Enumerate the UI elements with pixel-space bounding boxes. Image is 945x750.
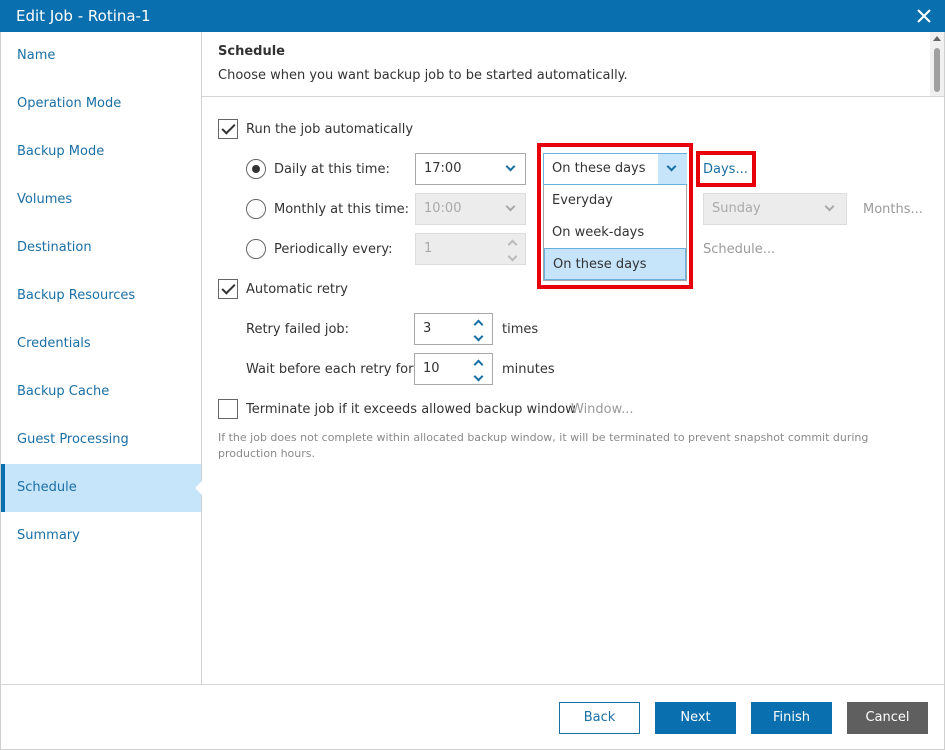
sidebar-item-volumes[interactable]: Volumes	[1, 176, 201, 224]
stepper-up-icon[interactable]	[473, 359, 484, 370]
terminate-job-checkbox[interactable]	[218, 399, 238, 419]
stepper-down-icon[interactable]	[507, 251, 518, 262]
page-title: Schedule	[218, 44, 285, 59]
retry-unit-label: times	[502, 322, 539, 337]
terminate-note: If the job does not complete within allo…	[218, 431, 869, 460]
schedule-link[interactable]: Schedule...	[703, 242, 775, 257]
periodically-radio[interactable]	[246, 239, 266, 259]
monthly-label: Monthly at this time:	[274, 202, 409, 217]
highlight-dropdown-box	[537, 143, 693, 289]
terminate-job-label: Terminate job if it exceeds allowed back…	[246, 402, 576, 417]
sidebar-item-credentials[interactable]: Credentials	[1, 320, 201, 368]
scrollbar-thumb[interactable]	[934, 48, 940, 92]
period-stepper[interactable]: 1	[415, 233, 526, 265]
sidebar-item-schedule[interactable]: Schedule	[1, 464, 202, 512]
daily-label: Daily at this time:	[274, 162, 390, 177]
automatic-retry-checkbox[interactable]	[218, 279, 238, 299]
run-automatically-label: Run the job automatically	[246, 122, 414, 137]
sidebar-item-operation-mode[interactable]: Operation Mode	[1, 80, 201, 128]
highlight-days-link-box	[696, 151, 756, 187]
page-subtitle: Choose when you want backup job to be st…	[218, 68, 628, 83]
finish-button[interactable]: Finish	[751, 702, 832, 734]
wizard-steps-sidebar: Name Operation Mode Backup Mode Volumes …	[1, 32, 202, 684]
monthly-day-select[interactable]: Sunday	[703, 193, 847, 225]
daily-radio[interactable]	[246, 159, 266, 179]
back-button[interactable]: Back	[559, 702, 640, 734]
sidebar-item-backup-cache[interactable]: Backup Cache	[1, 368, 201, 416]
stepper-down-icon[interactable]	[473, 331, 484, 342]
scrollbar[interactable]	[930, 32, 944, 96]
stepper-down-icon[interactable]	[473, 371, 484, 382]
window-link[interactable]: Window...	[571, 402, 633, 417]
sidebar-item-guest-processing[interactable]: Guest Processing	[1, 416, 201, 464]
title-bar: Edit Job - Rotina-1	[0, 0, 945, 32]
chevron-down-icon	[505, 161, 516, 172]
monthly-radio[interactable]	[246, 199, 266, 219]
wait-retry-label: Wait before each retry for:	[246, 362, 418, 377]
monthly-day-value: Sunday	[712, 201, 761, 216]
sidebar-item-summary[interactable]: Summary	[1, 512, 201, 560]
monthly-time-value: 10:00	[424, 201, 462, 216]
automatic-retry-label: Automatic retry	[246, 282, 348, 297]
daily-time-value: 17:00	[424, 161, 462, 176]
next-button[interactable]: Next	[655, 702, 736, 734]
sidebar-item-destination[interactable]: Destination	[1, 224, 201, 272]
wait-minutes-value: 10	[423, 361, 440, 376]
stepper-up-icon[interactable]	[473, 319, 484, 330]
retry-count-stepper[interactable]: 3	[414, 313, 493, 345]
sidebar-item-backup-mode[interactable]: Backup Mode	[1, 128, 201, 176]
retry-count-value: 3	[423, 321, 432, 336]
stepper-up-icon[interactable]	[507, 239, 518, 250]
monthly-time-select[interactable]: 10:00	[415, 193, 526, 225]
scroll-up-icon[interactable]	[933, 36, 941, 41]
chevron-down-icon	[824, 201, 835, 212]
wait-minutes-stepper[interactable]: 10	[414, 353, 493, 385]
sidebar-item-backup-resources[interactable]: Backup Resources	[1, 272, 201, 320]
window-title: Edit Job - Rotina-1	[16, 7, 151, 25]
page-header: Schedule Choose when you want backup job…	[202, 32, 944, 97]
retry-failed-label: Retry failed job:	[246, 322, 350, 337]
wait-unit-label: minutes	[502, 362, 555, 377]
daily-time-select[interactable]: 17:00	[415, 153, 526, 185]
sidebar-item-name[interactable]: Name	[1, 32, 201, 80]
periodically-label: Periodically every:	[274, 242, 393, 257]
dialog-footer: Back Next Finish Cancel	[1, 684, 944, 749]
period-value: 1	[424, 241, 433, 256]
cancel-button[interactable]: Cancel	[847, 702, 928, 734]
months-link[interactable]: Months...	[863, 202, 923, 217]
run-automatically-checkbox[interactable]	[218, 119, 238, 139]
close-icon[interactable]	[915, 7, 933, 25]
chevron-down-icon	[505, 201, 516, 212]
